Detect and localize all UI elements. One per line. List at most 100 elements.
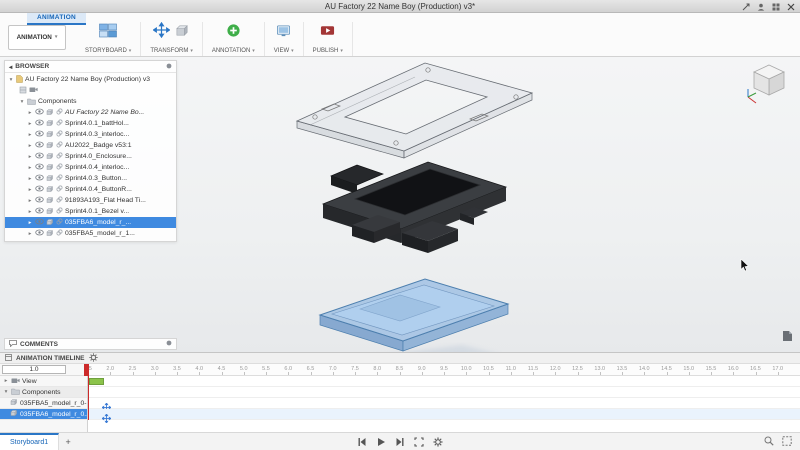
eye-icon[interactable] <box>35 152 44 161</box>
browser-item[interactable]: ▸ Sprint4.0.3_Button... <box>5 173 176 184</box>
add-storyboard-button[interactable]: + <box>59 437 77 447</box>
chevron-collapsed-icon[interactable]: ▸ <box>27 121 33 127</box>
viewport[interactable]: ◂ BROWSER ▾AU Factory 22 Name Boy (Produ… <box>0 57 800 352</box>
close-icon[interactable] <box>787 3 795 11</box>
workspace-switcher-button[interactable]: ANIMATION ▾ <box>8 25 66 50</box>
settings-button[interactable] <box>433 437 443 447</box>
chevron-collapsed-icon[interactable]: ▸ <box>27 209 33 215</box>
chevron-icon[interactable]: ▾ <box>3 389 9 395</box>
browser-item[interactable]: ▸ 035FBA5_model_r_1... <box>5 228 176 239</box>
timeline-track-area[interactable]: 1.52.02.53.03.54.04.55.05.56.06.57.07.58… <box>88 364 800 432</box>
browser-item[interactable]: ▸ Sprint4.0.4_interloc... <box>5 162 176 173</box>
go-to-start-button[interactable] <box>357 437 367 447</box>
storyboard-icon[interactable] <box>99 23 117 43</box>
timeline-row-track[interactable] <box>88 398 800 409</box>
fit-timeline-icon[interactable] <box>782 433 792 450</box>
timeline-left-column: 1.0 ▸ View ▾ Components 035FBA5_model_r_… <box>0 364 88 432</box>
current-time-field[interactable]: 1.0 <box>2 365 66 374</box>
comments-options-icon[interactable] <box>166 340 172 348</box>
comments-bar[interactable]: COMMENTS <box>4 338 177 350</box>
chevron-collapsed-icon[interactable]: ▸ <box>27 198 33 204</box>
eye-icon[interactable] <box>35 174 44 183</box>
chevron-collapsed-icon[interactable]: ▸ <box>27 176 33 182</box>
browser-item[interactable]: ▸ 035FBA6_model_r_... <box>5 217 176 228</box>
eye-icon[interactable] <box>35 207 44 216</box>
bottom-shell-part[interactable] <box>320 279 508 351</box>
view-cube[interactable] <box>744 59 794 114</box>
collapse-panel-icon[interactable]: ◂ <box>9 63 12 71</box>
timeline-row-track[interactable] <box>88 409 800 420</box>
browser-item[interactable]: ▸ AU2022_Badge v53:1 <box>5 140 176 151</box>
timeline-ruler[interactable]: 1.52.02.53.03.54.04.55.05.56.06.57.07.58… <box>88 364 800 376</box>
browser-item[interactable]: ▸ 91893A193_Flat Head Ti... <box>5 195 176 206</box>
expand-icon[interactable] <box>742 3 750 11</box>
chevron-collapsed-icon[interactable]: ▸ <box>27 154 33 160</box>
gear-icon[interactable] <box>89 353 98 364</box>
link-icon <box>56 185 63 194</box>
browser-folder-components[interactable]: ▾Components <box>5 96 176 107</box>
fit-view-button[interactable] <box>414 437 424 447</box>
eye-icon[interactable] <box>35 141 44 150</box>
browser-item[interactable]: ▸ AU Factory 22 Name Bo... <box>5 107 176 118</box>
animation-timeline-panel: ANIMATION TIMELINE 1.0 ▸ View ▾ Componen… <box>0 352 800 432</box>
ribbon-group-storyboard[interactable]: STORYBOARD▾ <box>76 22 141 56</box>
ribbon-group-transform[interactable]: TRANSFORM▾ <box>141 22 203 56</box>
playhead-handle[interactable] <box>84 364 89 376</box>
chevron-collapsed-icon[interactable]: ▸ <box>27 132 33 138</box>
eye-icon[interactable] <box>35 229 44 238</box>
apps-grid-icon[interactable] <box>772 3 780 11</box>
annotation-icon[interactable] <box>226 23 241 43</box>
storyboard-tab[interactable]: Storyboard1 <box>0 433 59 450</box>
avatar-icon[interactable] <box>757 3 765 11</box>
timeline-row-label[interactable]: 035FBA6_model_r_0... <box>0 409 87 420</box>
chevron-collapsed-icon[interactable]: ▸ <box>27 220 33 226</box>
document-icon[interactable] <box>782 329 793 347</box>
chevron-collapsed-icon[interactable]: ▸ <box>27 165 33 171</box>
browser-item[interactable]: ▸ Sprint4.0.4_ButtonR... <box>5 184 176 195</box>
timeline-zoom-controls <box>764 433 792 450</box>
publish-icon[interactable] <box>320 23 335 43</box>
timeline-row-label[interactable]: ▾ Components <box>0 387 87 398</box>
eye-icon[interactable] <box>35 119 44 128</box>
eye-icon[interactable] <box>35 130 44 139</box>
component-icon[interactable] <box>175 23 190 43</box>
zoom-timeline-icon[interactable] <box>764 433 774 450</box>
browser-root-item[interactable]: ▾AU Factory 22 Name Boy (Production) v3 <box>5 74 176 85</box>
ribbon-group-publish[interactable]: PUBLISH▾ <box>304 22 353 56</box>
eye-icon[interactable] <box>35 218 44 227</box>
ribbon-group-annotation[interactable]: ANNOTATION▾ <box>203 22 265 56</box>
browser-units-row[interactable] <box>5 85 176 96</box>
chevron-icon[interactable]: ▸ <box>3 378 9 384</box>
eye-icon[interactable] <box>35 196 44 205</box>
chevron-collapsed-icon[interactable]: ▸ <box>27 231 33 237</box>
chevron-collapsed-icon[interactable]: ▸ <box>27 143 33 149</box>
ribbon-group-view[interactable]: VIEW▾ <box>265 22 304 56</box>
chevron-collapsed-icon[interactable]: ▸ <box>27 110 33 116</box>
camera-keyframe-bar[interactable] <box>89 378 104 385</box>
browser-item[interactable]: ▸ Sprint4.0.3_interloc... <box>5 129 176 140</box>
top-shell-part[interactable] <box>297 63 532 158</box>
browser-item[interactable]: ▸ Sprint4.0_Enclosure... <box>5 151 176 162</box>
move-icon[interactable] <box>153 22 170 43</box>
chevron-collapsed-icon[interactable]: ▸ <box>27 187 33 193</box>
chevron-expanded-icon[interactable]: ▾ <box>8 77 14 83</box>
browser-filter-icon[interactable] <box>166 63 172 71</box>
camera-icon <box>11 377 20 386</box>
browser-item[interactable]: ▸ Sprint4.0.1_Bezel v... <box>5 206 176 217</box>
timeline-row-label[interactable]: ▸ View <box>0 376 87 387</box>
timeline-row-track[interactable] <box>88 387 800 398</box>
timeline-row-track[interactable] <box>88 376 800 387</box>
eye-icon[interactable] <box>35 185 44 194</box>
timeline-row-label[interactable]: 035FBA5_model_r_0-... <box>0 398 87 409</box>
component-icon <box>46 141 54 151</box>
eye-icon[interactable] <box>35 163 44 172</box>
component-icon <box>46 229 54 239</box>
move-action-icon[interactable] <box>102 410 111 428</box>
play-button[interactable] <box>376 437 386 447</box>
eye-icon[interactable] <box>35 108 44 117</box>
middle-assembly-part[interactable] <box>323 162 506 253</box>
view-icon[interactable] <box>276 23 291 43</box>
chevron-expanded-icon[interactable]: ▾ <box>19 99 25 105</box>
go-to-end-button[interactable] <box>395 437 405 447</box>
browser-item[interactable]: ▸ Sprint4.0.1_battHol... <box>5 118 176 129</box>
